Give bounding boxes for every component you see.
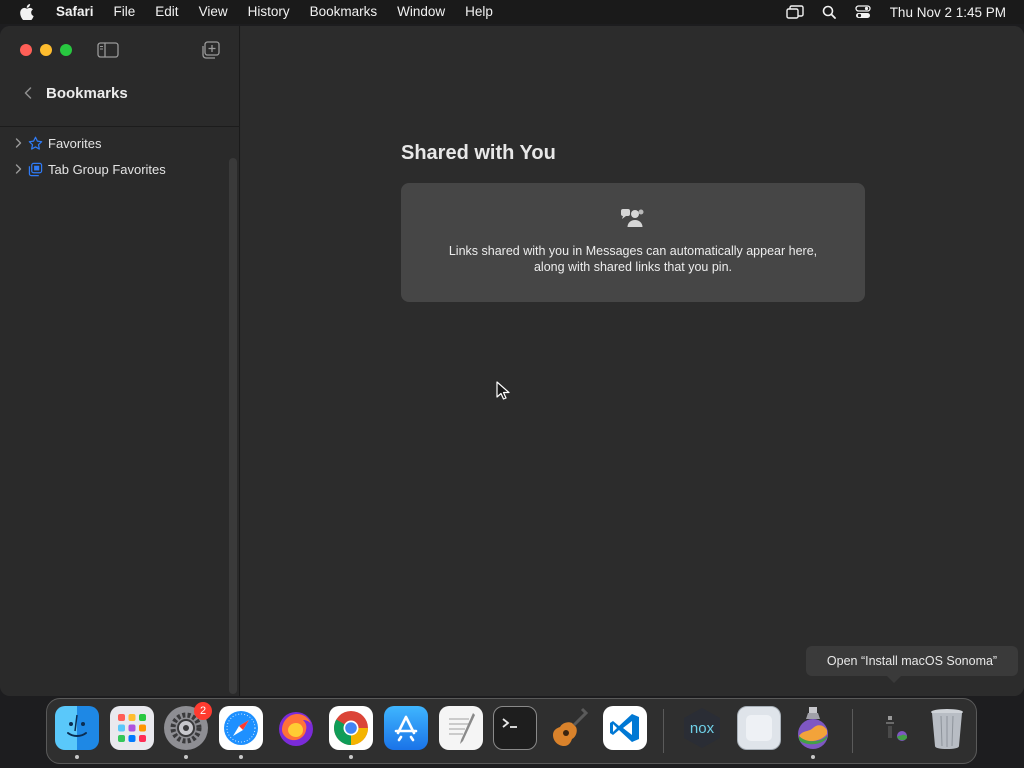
launchpad-grid-icon [118, 714, 146, 742]
dock-separator [852, 709, 853, 753]
notification-badge: 2 [194, 702, 212, 720]
sidebar-divider [0, 126, 240, 127]
disclosure-chevron-icon[interactable] [12, 163, 24, 175]
running-indicator [75, 755, 79, 759]
dock-trash[interactable] [925, 706, 969, 750]
sidebar-header: Bookmarks [20, 82, 128, 104]
tab-group-icon [27, 161, 43, 177]
window-controls [20, 44, 80, 56]
apple-logo-icon[interactable] [18, 3, 36, 21]
disclosure-chevron-icon[interactable] [12, 137, 24, 149]
bookmark-folder-favorites[interactable]: Favorites [12, 130, 222, 156]
bookmark-label: Tab Group Favorites [48, 161, 166, 177]
dock-textedit[interactable] [439, 706, 483, 750]
blank-app-icon [746, 715, 772, 741]
running-indicator [239, 755, 243, 759]
dock-vscode[interactable] [603, 706, 647, 750]
menu-app-name[interactable]: Safari [46, 0, 104, 24]
dock-firefox[interactable] [274, 706, 318, 750]
chrome-icon [334, 711, 368, 745]
dock-system-settings[interactable]: 2 [164, 702, 212, 759]
main-content: Shared with You Links shared with you in… [241, 26, 1024, 696]
window-thumbnail-icon [886, 716, 907, 741]
shared-with-you-card: Links shared with you in Messages can au… [401, 183, 865, 302]
bookmarks-sidebar: Bookmarks Favorites Tab Group Favorites [0, 26, 240, 696]
sidebar-title: Bookmarks [46, 84, 128, 102]
menu-bookmarks[interactable]: Bookmarks [300, 0, 388, 24]
guitar-icon [553, 707, 589, 746]
dock-finder[interactable] [55, 706, 99, 759]
firefox-icon [279, 712, 313, 746]
shared-with-you-icon [620, 207, 646, 229]
menu-view[interactable]: View [189, 0, 238, 24]
section-title: Shared with You [401, 142, 556, 164]
minimize-window-button[interactable] [40, 44, 52, 56]
trash-icon [931, 709, 963, 749]
dock-terminal[interactable] [493, 706, 537, 750]
dock-app-store[interactable] [384, 706, 428, 750]
sidebar-toggle-icon[interactable] [97, 42, 119, 58]
menu-window[interactable]: Window [387, 0, 455, 24]
compass-icon [224, 711, 258, 745]
mouse-pointer-icon [496, 381, 510, 401]
spotlight-search-icon[interactable] [819, 4, 839, 20]
terminal-prompt-icon [502, 718, 517, 728]
control-center-icon[interactable] [853, 4, 873, 20]
svg-text:nox: nox [690, 720, 715, 737]
dock: 2 nox [46, 698, 977, 764]
bookmark-folder-tab-group-favorites[interactable]: Tab Group Favorites [12, 156, 222, 182]
menu-file[interactable]: File [104, 0, 146, 24]
running-indicator [811, 755, 815, 759]
menu-history[interactable]: History [238, 0, 300, 24]
dock-garageband[interactable] [548, 706, 592, 750]
dock-launchpad[interactable] [110, 706, 154, 750]
dock-chrome[interactable] [329, 706, 373, 759]
screen-mirroring-icon[interactable] [785, 4, 805, 20]
menu-help[interactable]: Help [455, 0, 503, 24]
safari-window: Bookmarks Favorites Tab Group Favorites … [0, 26, 1024, 696]
running-indicator [184, 755, 188, 759]
maximize-window-button[interactable] [60, 44, 72, 56]
dock-nox-player[interactable]: nox [680, 706, 724, 750]
vscode-icon [610, 714, 639, 742]
menu-edit[interactable]: Edit [145, 0, 188, 24]
new-tab-group-icon[interactable] [201, 41, 221, 59]
dock-tooltip: Open “Install macOS Sonoma” [806, 646, 1018, 676]
nox-icon: nox [684, 708, 720, 748]
bookmark-label: Favorites [48, 135, 102, 151]
menu-bar-clock[interactable]: Thu Nov 2 1:45 PM [890, 5, 1006, 20]
star-icon [27, 135, 43, 151]
dock-separator [663, 709, 664, 753]
macos-installer-icon [798, 707, 828, 749]
app-store-icon [394, 715, 418, 742]
menu-bar: Safari File Edit View History Bookmarks … [0, 0, 1024, 24]
running-indicator [349, 755, 353, 759]
dock-tooltip-arrow [886, 675, 902, 683]
dock-minimized-window[interactable] [872, 706, 916, 750]
sidebar-scrollbar[interactable] [229, 158, 237, 694]
close-window-button[interactable] [20, 44, 32, 56]
shared-with-you-description: Links shared with you in Messages can au… [448, 244, 818, 274]
textedit-icon [449, 713, 475, 744]
dock-tooltip-text: Open “Install macOS Sonoma” [826, 654, 998, 668]
bookmark-list: Favorites Tab Group Favorites [12, 130, 222, 182]
dock-safari[interactable] [219, 706, 263, 759]
back-chevron-icon[interactable] [20, 85, 36, 101]
dock-install-macos-sonoma[interactable] [791, 706, 835, 759]
finder-icon [67, 714, 87, 737]
dock-blank-app[interactable] [737, 706, 781, 750]
